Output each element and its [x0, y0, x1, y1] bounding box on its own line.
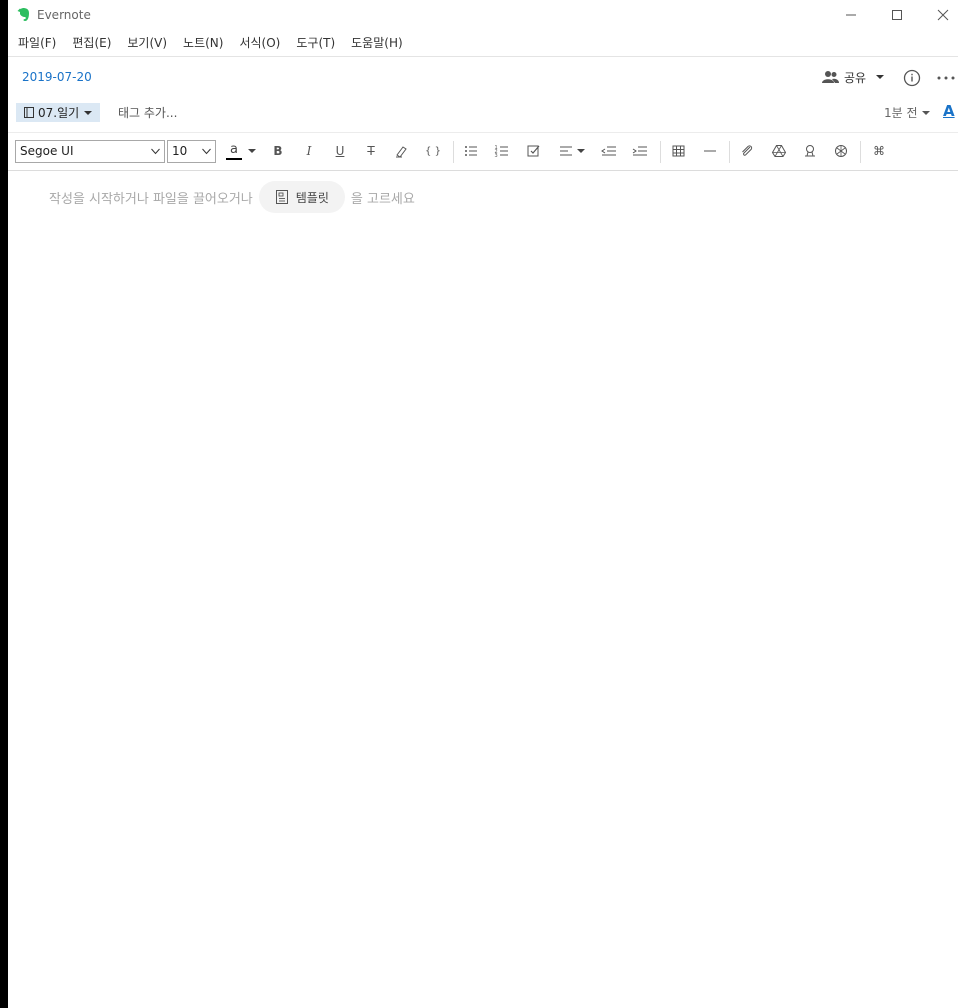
code-block-button[interactable]: { }: [425, 141, 441, 161]
chevron-down-icon: [202, 148, 211, 155]
menu-tools[interactable]: 도구(T): [296, 32, 335, 54]
align-icon[interactable]: [558, 141, 586, 161]
add-tag-input[interactable]: 태그 추가...: [118, 104, 177, 121]
outdent-icon[interactable]: [600, 141, 618, 161]
bullet-list-icon[interactable]: [463, 141, 479, 161]
more-icon[interactable]: [936, 69, 956, 87]
placeholder-text-start: 작성을 시작하거나 파일을 끌어오거나: [49, 191, 253, 207]
editor-placeholder[interactable]: 작성을 시작하거나 파일을 끌어오거나 템플릿 을 고르세요: [49, 181, 415, 213]
chevron-down-icon: [921, 110, 930, 115]
template-label: 템플릿: [295, 190, 329, 205]
checkbox-icon[interactable]: [526, 141, 542, 161]
maximize-icon: [892, 10, 902, 20]
svg-text:3: 3: [495, 153, 498, 159]
menu-view[interactable]: 보기(V): [127, 32, 167, 54]
google-drive-icon[interactable]: [771, 141, 787, 161]
notebook-name: 07.일기: [38, 106, 80, 120]
minimize-button[interactable]: [828, 0, 874, 30]
toolbar-separator: [660, 141, 661, 163]
underline-button[interactable]: U: [333, 141, 347, 161]
share-label: 공유: [844, 70, 867, 85]
menu-edit[interactable]: 편집(E): [72, 32, 111, 54]
menu-file[interactable]: 파일(F): [18, 32, 56, 54]
close-button[interactable]: [920, 0, 958, 30]
placeholder-text-end: 을 고르세요: [350, 191, 415, 207]
strikethrough-button[interactable]: T: [364, 141, 378, 161]
font-family-select[interactable]: Segoe UI: [15, 140, 165, 163]
updated-time: 1분 전: [884, 106, 918, 120]
sketch-icon[interactable]: [833, 141, 849, 161]
note-date[interactable]: 2019-07-20: [22, 70, 92, 84]
title-bar: Evernote: [8, 0, 958, 30]
evernote-logo-icon: [17, 8, 29, 21]
note-history-button[interactable]: 1분 전: [884, 104, 930, 121]
italic-button[interactable]: I: [302, 141, 316, 161]
attachment-icon[interactable]: [739, 141, 755, 161]
menu-bar: 파일(F) 편집(E) 보기(V) 노트(N) 서식(O) 도구(T) 도움말(…: [8, 32, 409, 54]
maximize-button[interactable]: [874, 0, 920, 30]
text-color-swatch: [226, 157, 242, 160]
notebook-selector[interactable]: 07.일기: [16, 103, 101, 122]
text-color-button[interactable]: a: [224, 141, 244, 161]
toolbar-separator: [860, 141, 861, 163]
menu-format[interactable]: 서식(O): [239, 32, 280, 54]
text-color-letter: a: [230, 141, 238, 157]
share-people-icon: [822, 71, 839, 83]
font-size-value: 10: [172, 144, 188, 158]
template-button[interactable]: 템플릿: [258, 181, 345, 213]
info-icon[interactable]: [903, 69, 921, 87]
toolbar-divider-bottom: [8, 170, 958, 171]
notebook-icon: [24, 107, 34, 118]
table-icon[interactable]: [671, 141, 687, 161]
toolbar-separator: [729, 141, 730, 163]
chevron-down-icon: [84, 110, 93, 115]
menu-divider: [8, 56, 958, 57]
toolbar-separator: [453, 141, 454, 163]
chevron-down-icon: [151, 148, 160, 155]
bold-button[interactable]: B: [270, 141, 286, 161]
template-icon: [275, 190, 288, 204]
command-icon[interactable]: ⌘: [871, 141, 887, 161]
font-size-select[interactable]: 10: [167, 140, 216, 163]
menu-note[interactable]: 노트(N): [183, 32, 223, 54]
horizontal-rule-icon[interactable]: [702, 141, 718, 161]
share-button[interactable]: 공유: [822, 67, 888, 87]
chevron-down-icon: [876, 75, 885, 79]
menu-help[interactable]: 도움말(H): [351, 32, 403, 54]
indent-icon[interactable]: [631, 141, 649, 161]
font-family-value: Segoe UI: [20, 144, 74, 158]
evernote-window: Evernote 파일(F) 편집(E) 보기(V) 노트(N) 서식(O) 도…: [8, 0, 958, 1008]
toolbar-divider-top: [8, 132, 958, 133]
numbered-list-icon[interactable]: 1 2 3: [494, 141, 510, 161]
record-audio-icon[interactable]: [802, 141, 818, 161]
font-settings-button[interactable]: A: [943, 102, 955, 120]
minimize-icon: [846, 14, 856, 16]
close-icon: [937, 9, 949, 21]
highlight-icon[interactable]: [394, 141, 410, 161]
window-title: Evernote: [37, 8, 91, 22]
text-color-dropdown-icon[interactable]: [248, 141, 256, 161]
